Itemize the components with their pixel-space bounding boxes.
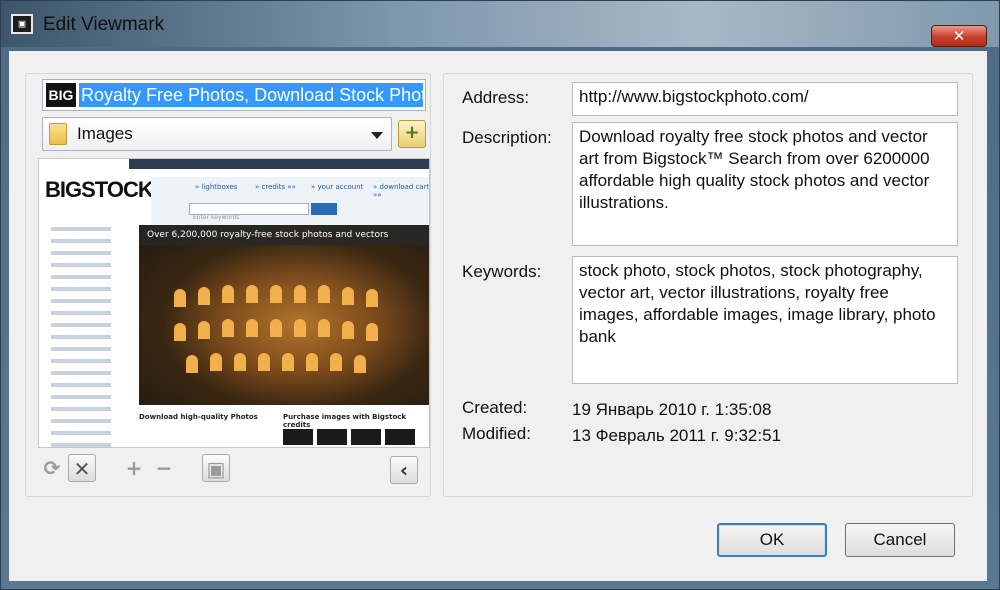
collapse-button[interactable]: ‹ bbox=[390, 456, 418, 484]
chevron-left-icon: ‹ bbox=[399, 458, 409, 482]
thumbnail-footer-right: Purchase images with Bigstock credits bbox=[283, 413, 407, 429]
title-bar[interactable]: ▣ Edit Viewmark ✕ bbox=[1, 1, 999, 47]
thumbnail-search: Enter keywords bbox=[189, 203, 309, 221]
thumbnail-sidebar bbox=[45, 219, 129, 447]
add-folder-icon: + bbox=[404, 122, 420, 143]
save-icon: ▣ bbox=[206, 457, 226, 481]
site-favicon: BIG bbox=[46, 83, 76, 107]
details-panel: Address: http://www.bigstockphoto.com/ D… bbox=[443, 73, 973, 497]
folder-dropdown[interactable]: Images bbox=[42, 117, 392, 151]
remove-button[interactable]: − bbox=[150, 454, 178, 482]
dialog-client-area: BIG Royalty Free Photos, Download Stock … bbox=[9, 51, 987, 581]
title-input-text: Royalty Free Photos, Download Stock Phot… bbox=[79, 83, 423, 107]
thumbnail-banner: Over 6,200,000 royalty-free stock photos… bbox=[139, 225, 429, 245]
ok-button[interactable]: OK bbox=[717, 523, 827, 557]
address-label: Address: bbox=[462, 88, 530, 107]
created-value: 19 Январь 2010 г. 1:35:08 bbox=[572, 400, 772, 419]
keywords-label: Keywords: bbox=[462, 262, 542, 281]
chevron-down-icon bbox=[371, 132, 383, 139]
page-thumbnail: BIGSTOCK » lightboxes » credits »» » you… bbox=[38, 158, 430, 448]
minus-icon: − bbox=[155, 456, 173, 480]
edit-viewmark-window: ▣ Edit Viewmark ✕ BIG Royalty Free Photo… bbox=[0, 0, 1000, 590]
modified-value: 13 Февраль 2011 г. 9:32:51 bbox=[572, 426, 782, 445]
modified-label: Modified: bbox=[462, 424, 531, 443]
delete-button[interactable]: ✕ bbox=[68, 454, 96, 482]
save-button[interactable]: ▣ bbox=[202, 454, 230, 482]
description-label: Description: bbox=[462, 128, 552, 147]
description-textarea[interactable]: Download royalty free stock photos and v… bbox=[572, 122, 958, 246]
folder-icon bbox=[49, 123, 67, 145]
thumbnail-search-button bbox=[311, 203, 337, 215]
refresh-button[interactable]: ⟳ bbox=[38, 454, 66, 482]
close-button[interactable]: ✕ bbox=[931, 25, 987, 47]
thumbnail-logo: BIGSTOCK bbox=[45, 177, 154, 202]
created-label: Created: bbox=[462, 398, 528, 417]
window-title: Edit Viewmark bbox=[43, 14, 165, 35]
keywords-textarea[interactable]: stock photo, stock photos, stock photogr… bbox=[572, 256, 958, 384]
thumbnail-nav-item: » credits »» bbox=[255, 183, 296, 191]
address-input[interactable]: http://www.bigstockphoto.com/ bbox=[572, 82, 958, 116]
folder-dropdown-value: Images bbox=[77, 124, 133, 143]
plus-icon: + bbox=[125, 456, 143, 480]
thumbnail-topbar bbox=[129, 159, 429, 169]
thumbnail-nav-item: » lightboxes bbox=[195, 183, 238, 191]
add-button[interactable]: + bbox=[120, 454, 148, 482]
delete-icon: ✕ bbox=[73, 457, 91, 481]
preview-panel: BIG Royalty Free Photos, Download Stock … bbox=[25, 73, 431, 497]
cancel-button[interactable]: Cancel bbox=[845, 523, 955, 557]
new-folder-button[interactable]: + bbox=[398, 120, 426, 148]
app-icon: ▣ bbox=[11, 14, 33, 34]
thumbnail-credit-buttons bbox=[283, 429, 429, 445]
thumbnail-arches bbox=[164, 279, 404, 379]
thumbnail-footer-left: Download high-quality Photos bbox=[139, 413, 258, 421]
refresh-icon: ⟳ bbox=[43, 456, 61, 480]
title-input[interactable]: BIG Royalty Free Photos, Download Stock … bbox=[42, 79, 426, 111]
thumbnail-nav-item: » download cart »» bbox=[373, 183, 430, 199]
thumbnail-nav-item: » your account bbox=[311, 183, 364, 191]
